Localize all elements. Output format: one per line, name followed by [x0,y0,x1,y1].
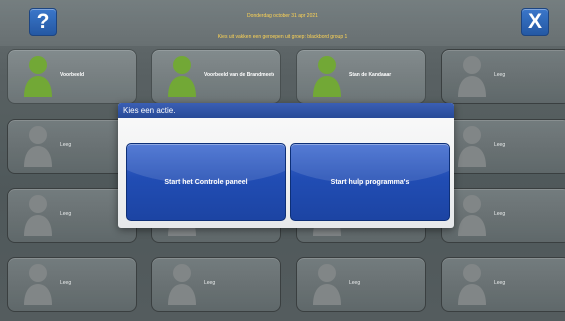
button-sheen [291,144,449,184]
start-help-programs-button[interactable]: Start hulp programma's [290,143,450,221]
start-control-panel-label: Start het Controle paneel [164,179,248,186]
app-screen: ? Donderdag october 31 apr 2021 Kies uit… [0,0,565,321]
start-help-programs-label: Start hulp programma's [330,179,410,186]
start-control-panel-button[interactable]: Start het Controle paneel [126,143,286,221]
dialog-title: Kies een actie. [118,103,454,118]
button-sheen [127,144,285,184]
action-dialog: Kies een actie. Start het Controle panee… [118,103,454,228]
